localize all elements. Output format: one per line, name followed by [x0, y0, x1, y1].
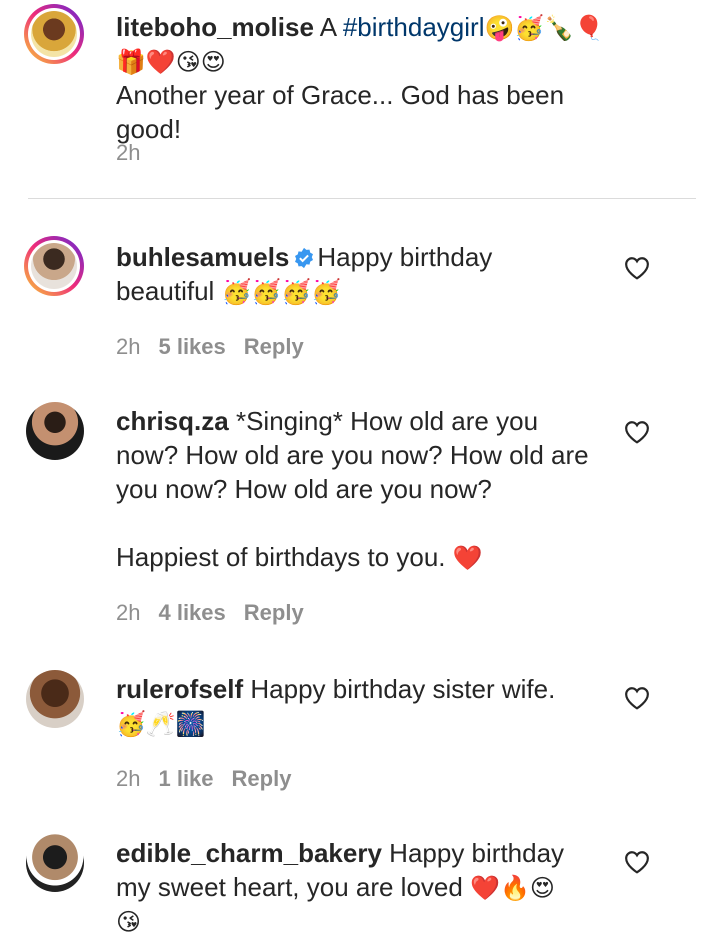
comment-emojis-2: 😘 [116, 909, 142, 937]
comment-body-2: my sweet heart, you are loved [116, 872, 463, 902]
comment-time: 2h [116, 766, 141, 791]
comment-text: chrisq.za *Singing* How old are you now?… [116, 404, 626, 574]
caption-prefix: A [313, 12, 343, 42]
comment-time: 2h [116, 600, 141, 625]
avatar[interactable] [26, 670, 84, 728]
comment-text: edible_charm_bakery Happy birthday my sw… [116, 836, 626, 938]
comment-meta: 2h 4 likes Reply [116, 600, 322, 626]
comment-username[interactable]: chrisq.za [116, 406, 229, 436]
caption-text: liteboho_molise A #birthdaygirl🤪🥳🍾🎈 🎁❤️😘… [116, 10, 626, 146]
comment-username[interactable]: edible_charm_bakery [116, 838, 382, 868]
reply-button[interactable]: Reply [244, 334, 304, 359]
comment-time: 2h [116, 334, 141, 359]
comment-emojis: ❤️🔥😍 [470, 875, 555, 903]
avatar[interactable] [24, 236, 84, 296]
comment-body-2: beautiful [116, 276, 215, 306]
caption-body: Another year of Grace... God has been go… [116, 80, 565, 144]
comment-body-3: you now? How old are you now? [116, 474, 492, 504]
comment-meta: 2h 5 likes Reply [116, 334, 322, 360]
avatar[interactable] [24, 4, 84, 64]
caption-time: 2h [116, 140, 141, 165]
comment-body: Happy birthday [317, 242, 493, 272]
likes-count[interactable]: 1 like [158, 766, 213, 791]
heart-outline-icon[interactable] [624, 686, 650, 710]
avatar[interactable] [26, 834, 84, 892]
caption-emojis-1: 🤪🥳🍾🎈 [484, 15, 605, 43]
comment-body: Happy birthday sister wife. [250, 674, 556, 704]
heart-outline-icon[interactable] [624, 420, 650, 444]
verified-badge-icon [295, 247, 314, 269]
caption-username[interactable]: liteboho_molise [116, 12, 314, 42]
comment-body: Happy birthday [389, 838, 565, 868]
comment-username[interactable]: rulerofself [116, 674, 243, 704]
comment-text: buhlesamuels Happy birthday beautiful 🥳🥳🥳… [116, 240, 626, 308]
comment-body-4: Happiest of birthdays to you. [116, 542, 446, 572]
comment-username[interactable]: buhlesamuels [116, 242, 289, 272]
reply-button[interactable]: Reply [244, 600, 304, 625]
likes-count[interactable]: 4 likes [158, 600, 225, 625]
comment-emojis: ❤️ [452, 545, 483, 573]
likes-count[interactable]: 5 likes [158, 334, 225, 359]
comment-body-2: now? How old are you now? How old are [116, 440, 589, 470]
comment-emojis: 🥳🥂🎆 [116, 711, 206, 739]
comment-body: *Singing* How old are you [235, 406, 539, 436]
caption-meta: 2h [116, 140, 158, 166]
avatar[interactable] [26, 402, 84, 460]
divider [28, 198, 696, 199]
comment-meta: 2h 1 like Reply [116, 766, 309, 792]
hashtag-link[interactable]: #birthdaygirl [343, 12, 485, 42]
heart-outline-icon[interactable] [624, 256, 650, 280]
comment-emojis: 🥳🥳🥳🥳 [221, 279, 342, 307]
heart-outline-icon[interactable] [624, 850, 650, 874]
comment-text: rulerofself Happy birthday sister wife. … [116, 672, 626, 740]
post-caption: liteboho_molise A #birthdaygirl🤪🥳🍾🎈 🎁❤️😘… [0, 0, 720, 198]
caption-emojis-2: 🎁❤️😘😍 [116, 49, 226, 77]
reply-button[interactable]: Reply [232, 766, 292, 791]
